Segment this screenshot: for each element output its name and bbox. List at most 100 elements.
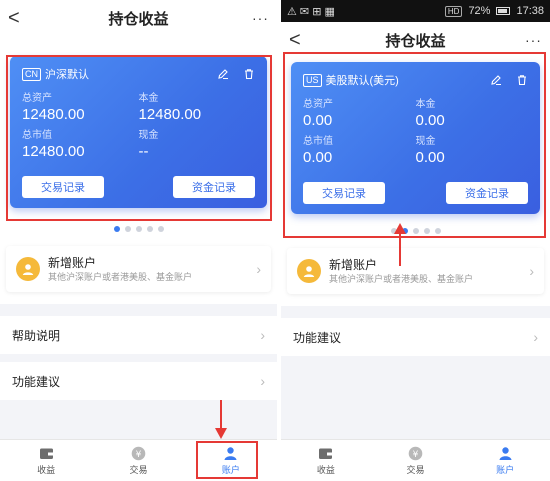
chevron-right-icon: › xyxy=(256,261,261,277)
page-title: 持仓收益 xyxy=(108,10,169,28)
page-dot[interactable] xyxy=(135,226,142,232)
page-dot[interactable] xyxy=(412,228,419,234)
tab-label: 交易 xyxy=(129,465,148,475)
yen-coin-icon: ¥ xyxy=(408,445,424,461)
nav-bar: < 持仓收益 ··· xyxy=(0,0,277,36)
tab-earnings[interactable]: 收益 xyxy=(281,440,371,481)
field-value: 0.00 xyxy=(415,149,445,166)
page-dot[interactable] xyxy=(390,228,397,234)
status-bar: ⚠ ✉ ⊞ ▦ HD 72% 17:38 xyxy=(281,0,550,22)
page-dot[interactable] xyxy=(113,226,120,232)
page-dot[interactable] xyxy=(146,226,153,232)
wallet-icon xyxy=(38,445,54,461)
field-label: 本金 xyxy=(138,93,159,104)
chevron-right-icon: › xyxy=(260,327,265,343)
tab-trade[interactable]: ¥ 交易 xyxy=(92,440,184,481)
tab-earnings[interactable]: 收益 xyxy=(0,440,92,481)
add-account-title: 新增账户 xyxy=(329,258,378,272)
field-value: 0.00 xyxy=(303,149,333,166)
account-card[interactable]: US 美股默认(美元) 总资产 0.00 本金 0.00 总市值 0.00 现金 0.0… xyxy=(291,62,540,214)
nav-bar: < 持仓收益 ··· xyxy=(281,22,550,58)
market-tag: CN xyxy=(22,67,41,81)
list-item-feedback[interactable]: 功能建议 › xyxy=(0,362,277,400)
right-screen: ⚠ ✉ ⊞ ▦ HD 72% 17:38 < 持仓收益 ··· US 美股默认(… xyxy=(281,0,550,481)
tab-account[interactable]: 账户 xyxy=(460,440,550,481)
account-card[interactable]: CN 沪深默认 总资产 12480.00 本金 12480.00 总市值 12480.… xyxy=(10,56,267,208)
tab-bar: 收益 ¥ 交易 账户 xyxy=(281,439,550,481)
field-value: 12480.00 xyxy=(22,106,85,123)
list-item-label: 功能建议 xyxy=(293,330,342,345)
list-item-label: 帮助说明 xyxy=(12,328,61,343)
field-value: 0.00 xyxy=(303,112,333,129)
left-screen: < 持仓收益 ··· CN 沪深默认 总资产 12480.00 本金 12480.0… xyxy=(0,0,277,481)
page-dot[interactable] xyxy=(124,226,131,232)
network-badge: HD xyxy=(444,5,463,17)
page-indicator xyxy=(0,210,277,242)
add-account-subtitle: 其他沪深账户或者港美股、基金账户 xyxy=(329,274,474,284)
user-icon xyxy=(297,259,321,283)
chevron-right-icon: › xyxy=(260,373,265,389)
page-title: 持仓收益 xyxy=(385,32,446,50)
svg-text:¥: ¥ xyxy=(136,450,142,460)
tab-label: 账户 xyxy=(496,465,515,475)
more-icon[interactable]: ··· xyxy=(518,32,542,48)
field-label: 总市值 xyxy=(22,130,52,141)
list-item-help[interactable]: 帮助说明 › xyxy=(0,316,277,354)
trash-icon[interactable] xyxy=(516,74,528,86)
field-value: 12480.00 xyxy=(22,143,85,160)
wallet-icon xyxy=(318,445,334,461)
add-account-title: 新增账户 xyxy=(48,256,97,270)
battery-percent: 72% xyxy=(468,5,491,17)
account-icon xyxy=(223,445,239,461)
back-icon[interactable]: < xyxy=(289,22,313,58)
trade-records-button[interactable]: 交易记录 xyxy=(303,182,385,204)
add-account-row[interactable]: 新增账户 其他沪深账户或者港美股、基金账户 › xyxy=(6,246,271,292)
field-value: 0.00 xyxy=(415,112,445,129)
card-fields: 总资产 12480.00 本金 12480.00 总市值 12480.00 现金 -- xyxy=(22,92,255,166)
tab-label: 收益 xyxy=(37,465,56,475)
trade-records-button[interactable]: 交易记录 xyxy=(22,176,104,198)
tab-label: 账户 xyxy=(221,465,240,475)
page-indicator xyxy=(281,216,550,248)
card-carousel[interactable]: US 美股默认(美元) 总资产 0.00 本金 0.00 总市值 0.00 现金 0.0… xyxy=(281,58,550,216)
field-value: -- xyxy=(138,143,149,160)
field-label: 总市值 xyxy=(303,136,333,147)
tab-account[interactable]: 账户 xyxy=(185,440,277,481)
account-name: 沪深默认 xyxy=(45,69,89,81)
page-dot[interactable] xyxy=(157,226,164,232)
page-dot[interactable] xyxy=(423,228,430,234)
account-icon xyxy=(497,445,513,461)
more-icon[interactable]: ··· xyxy=(245,10,269,26)
edit-icon[interactable] xyxy=(217,68,229,80)
field-label: 总资产 xyxy=(303,99,333,110)
user-icon xyxy=(16,257,40,281)
add-account-row[interactable]: 新增账户 其他沪深账户或者港美股、基金账户 › xyxy=(287,248,544,294)
page-dot[interactable] xyxy=(434,228,441,234)
clock: 17:38 xyxy=(516,5,544,17)
tab-trade[interactable]: ¥ 交易 xyxy=(371,440,461,481)
list-item-feedback[interactable]: 功能建议 › xyxy=(281,318,550,356)
card-carousel[interactable]: CN 沪深默认 总资产 12480.00 本金 12480.00 总市值 12480.… xyxy=(0,36,277,210)
fund-records-button[interactable]: 资金记录 xyxy=(446,182,528,204)
tab-label: 收益 xyxy=(316,465,335,475)
chevron-right-icon: › xyxy=(533,329,538,345)
svg-text:¥: ¥ xyxy=(413,450,419,460)
yen-coin-icon: ¥ xyxy=(130,445,146,461)
field-label: 现金 xyxy=(138,130,159,141)
edit-icon[interactable] xyxy=(490,74,502,86)
add-account-subtitle: 其他沪深账户或者港美股、基金账户 xyxy=(48,272,193,282)
page-dot[interactable] xyxy=(401,228,408,234)
field-value: 12480.00 xyxy=(138,106,202,123)
battery-icon xyxy=(496,7,511,15)
tab-label: 交易 xyxy=(406,465,425,475)
fund-records-button[interactable]: 资金记录 xyxy=(173,176,255,198)
chevron-right-icon: › xyxy=(529,263,534,279)
back-icon[interactable]: < xyxy=(8,0,32,36)
list-item-label: 功能建议 xyxy=(12,374,61,389)
trash-icon[interactable] xyxy=(243,68,255,80)
card-fields: 总资产 0.00 本金 0.00 总市值 0.00 现金 0.00 xyxy=(303,98,528,172)
field-label: 本金 xyxy=(415,99,436,110)
market-tag: US xyxy=(303,73,322,87)
field-label: 现金 xyxy=(415,136,436,147)
tab-bar: 收益 ¥ 交易 账户 xyxy=(0,439,277,481)
